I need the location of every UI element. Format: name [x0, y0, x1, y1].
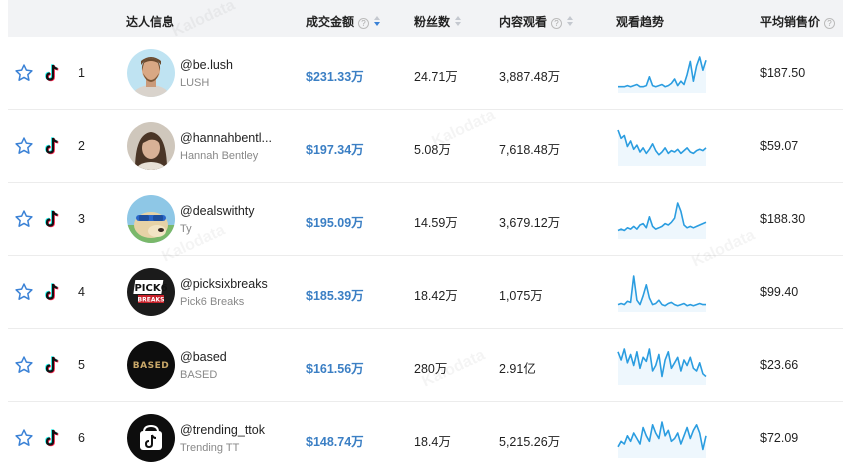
view-trend-sparkline	[617, 129, 707, 166]
rank: 1	[78, 66, 85, 80]
creator-nickname: BASED	[180, 369, 218, 381]
views-value: 5,215.26万	[499, 435, 561, 449]
col-price-label: 平均销售价	[760, 15, 821, 29]
avatar[interactable]: PICK6 BREAKS	[127, 268, 175, 316]
svg-text:BASED: BASED	[133, 361, 169, 371]
table-row[interactable]: 6 @trending_ttok Trending TT $148.74万 18.4万 5…	[8, 402, 843, 466]
gmv-value: $195.09万	[306, 216, 364, 230]
help-icon[interactable]: ?	[551, 18, 563, 29]
avg-price-value: $188.30	[760, 212, 806, 226]
view-trend-sparkline	[617, 275, 706, 312]
avg-price-value: $72.09	[760, 431, 799, 445]
views-value: 2.91亿	[499, 362, 536, 376]
tiktok-icon	[44, 429, 60, 447]
views-value: 7,618.48万	[499, 143, 561, 157]
gmv-value: $161.56万	[306, 362, 364, 376]
avatar[interactable]	[127, 195, 175, 243]
table-row[interactable]: 2 @hannahbentl... Hannah Bentley $197.34万 5.…	[8, 110, 843, 183]
followers-value: 24.71万	[414, 70, 458, 84]
help-icon[interactable]: ?	[824, 18, 836, 29]
sparkline-line	[617, 275, 706, 307]
help-icon[interactable]: ?	[358, 18, 370, 29]
star-outline-icon[interactable]	[14, 209, 34, 229]
view-trend-sparkline	[617, 202, 707, 239]
creator-handle[interactable]: @hannahbentl...	[180, 131, 272, 145]
tiktok-icon	[44, 283, 60, 301]
table-row[interactable]: 5 BASED @based BASED $161.56万 280万 2.91亿 $23.66	[8, 329, 843, 402]
views-value: 3,887.48万	[499, 70, 561, 84]
tiktok-icon	[44, 210, 60, 228]
svg-text:BREAKS: BREAKS	[138, 297, 165, 304]
sort-icon[interactable]	[373, 16, 381, 28]
col-content-views[interactable]: 内容观看?	[499, 0, 574, 37]
star-outline-icon[interactable]	[14, 428, 34, 448]
col-followers[interactable]: 粉丝数	[414, 0, 462, 37]
tiktok-icon	[44, 64, 60, 82]
tiktok-icon	[44, 356, 60, 374]
creator-nickname: Hannah Bentley	[180, 150, 259, 162]
avatar[interactable]	[127, 414, 175, 462]
followers-value: 14.59万	[414, 216, 458, 230]
table-row[interactable]: 3 @dealswithty Ty $195.09万 14.59万 3,679.12万 $1…	[8, 183, 843, 256]
svg-text:PICK6: PICK6	[134, 283, 167, 294]
views-value: 3,679.12万	[499, 216, 561, 230]
creator-nickname: Pick6 Breaks	[180, 296, 245, 308]
rank: 2	[78, 139, 85, 153]
sort-icon[interactable]	[566, 16, 574, 28]
col-view-trend: 观看趋势	[616, 15, 665, 29]
followers-value: 18.4万	[414, 435, 451, 449]
views-value: 1,075万	[499, 289, 543, 303]
star-outline-icon[interactable]	[14, 136, 34, 156]
table-row[interactable]: 4 PICK6 BREAKS @picksixbreaks Pick6 Breaks $1…	[8, 256, 843, 329]
avatar[interactable]	[127, 49, 175, 97]
star-outline-icon[interactable]	[14, 63, 34, 83]
sort-icon[interactable]	[454, 16, 462, 28]
creator-handle[interactable]: @picksixbreaks	[180, 277, 268, 291]
creator-nickname: Trending TT	[180, 442, 240, 454]
col-gmv[interactable]: 成交金额?	[306, 0, 381, 37]
rank: 4	[78, 285, 85, 299]
avg-price-value: $99.40	[760, 285, 799, 299]
col-avg-price[interactable]: 平均销售价?	[760, 0, 836, 37]
sparkline-line	[617, 202, 707, 232]
creator-handle[interactable]: @trending_ttok	[180, 423, 265, 437]
gmv-value: $197.34万	[306, 143, 364, 157]
followers-value: 280万	[414, 362, 448, 376]
avg-price-value: $59.07	[760, 139, 799, 153]
creator-nickname: Ty	[180, 223, 192, 235]
avatar[interactable]	[127, 122, 175, 170]
view-trend-sparkline	[618, 56, 707, 93]
gmv-value: $148.74万	[306, 435, 364, 449]
star-outline-icon[interactable]	[14, 355, 34, 375]
view-trend-sparkline	[617, 421, 707, 458]
col-followers-label: 粉丝数	[414, 15, 451, 29]
creator-handle[interactable]: @based	[180, 350, 227, 364]
table-row[interactable]: 1 @be.lush LUSH⁡ $231.33万 24.71万 3,887.48万 $18…	[8, 37, 843, 110]
avg-price-value: $23.66	[760, 358, 799, 372]
star-outline-icon[interactable]	[14, 282, 34, 302]
view-trend-sparkline	[617, 348, 707, 385]
col-gmv-label: 成交金额	[306, 15, 355, 29]
followers-value: 5.08万	[414, 143, 451, 157]
creator-nickname: LUSH⁡	[180, 77, 210, 89]
rank: 3	[78, 212, 85, 226]
sparkline-area	[618, 130, 706, 166]
tiktok-icon	[44, 137, 60, 155]
col-views-label: 内容观看	[499, 15, 548, 29]
gmv-value: $185.39万	[306, 289, 364, 303]
sparkline-area	[618, 203, 706, 239]
creator-handle[interactable]: @dealswithty	[180, 204, 255, 218]
rank: 5	[78, 358, 85, 372]
rank: 6	[78, 431, 85, 445]
gmv-value: $231.33万	[306, 70, 364, 84]
creator-handle[interactable]: @be.lush	[180, 58, 233, 72]
followers-value: 18.42万	[414, 289, 458, 303]
avg-price-value: $187.50	[760, 66, 806, 80]
col-creator-info: 达人信息	[126, 15, 175, 29]
avatar[interactable]: BASED	[127, 341, 175, 389]
